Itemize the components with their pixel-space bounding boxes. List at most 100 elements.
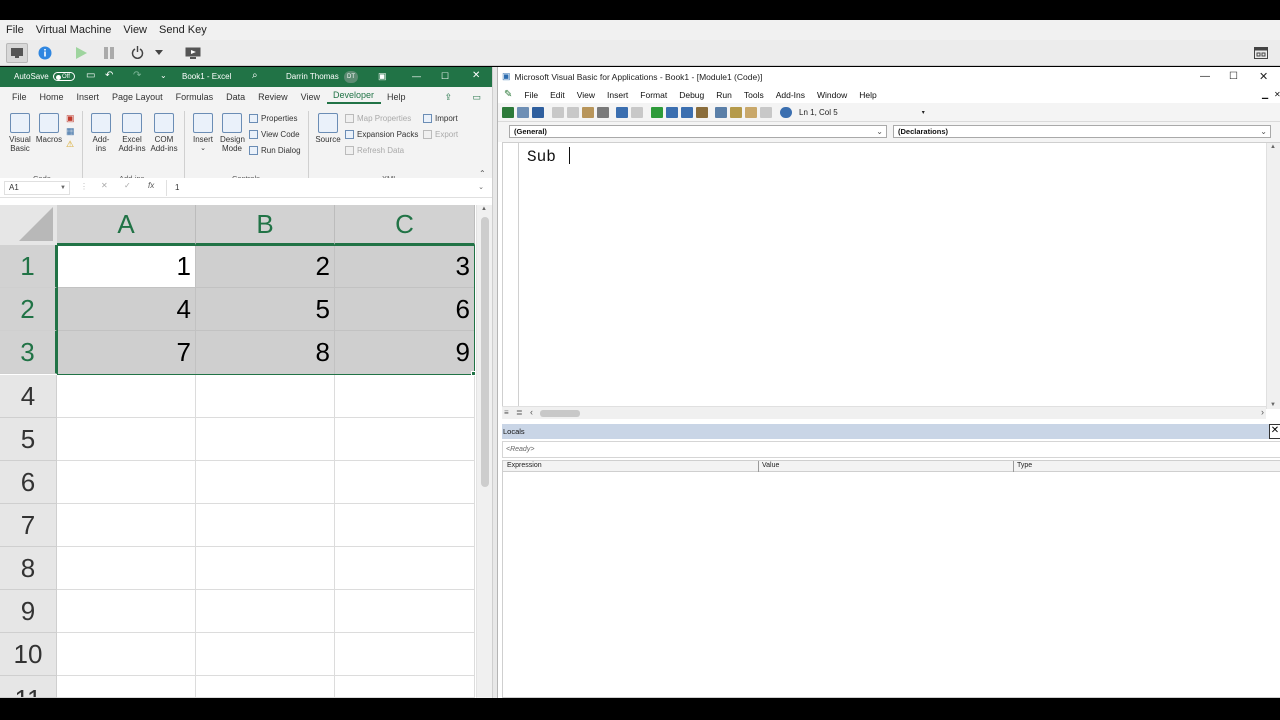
column-separator[interactable]: [758, 461, 759, 472]
properties-window-icon[interactable]: [730, 106, 742, 118]
cell-a8[interactable]: [57, 547, 196, 590]
close-icon[interactable]: ✕: [472, 70, 480, 81]
monitor-icon[interactable]: [6, 42, 28, 63]
maximize-icon[interactable]: ☐: [441, 71, 449, 82]
cell-c3[interactable]: 9: [335, 331, 475, 375]
cell-a1[interactable]: 1: [57, 245, 196, 288]
enter-icon[interactable]: ✓: [124, 181, 131, 190]
run-icon[interactable]: [650, 106, 663, 118]
cell-a5[interactable]: [57, 418, 196, 461]
full-module-view-icon[interactable]: ≣: [516, 408, 523, 417]
tab-home[interactable]: Home: [33, 92, 70, 102]
project-explorer-icon[interactable]: [715, 106, 727, 118]
minimize-icon[interactable]: —: [412, 71, 421, 81]
help-icon[interactable]: [779, 106, 792, 118]
row-header-2[interactable]: 2: [0, 288, 57, 331]
row-header-5[interactable]: 5: [0, 418, 57, 461]
tab-developer[interactable]: Developer: [326, 90, 381, 104]
child-close-icon[interactable]: ✕: [1268, 90, 1280, 99]
scroll-down-icon[interactable]: ▼: [1270, 402, 1276, 408]
cell-c6[interactable]: [335, 461, 475, 504]
record-macro-icon[interactable]: ▣: [66, 113, 75, 124]
code-editor[interactable]: Sub ▲ ▼: [502, 142, 1280, 409]
cell-c11[interactable]: [335, 676, 475, 698]
cell-b8[interactable]: [196, 547, 335, 590]
column-header-a[interactable]: A: [57, 205, 196, 245]
cell-c2[interactable]: 6: [335, 288, 475, 331]
view-code-button[interactable]: View Code: [249, 130, 300, 139]
cell-a3[interactable]: 7: [57, 331, 196, 375]
cell-b3[interactable]: 8: [196, 331, 335, 375]
tab-view[interactable]: View: [294, 92, 326, 102]
toolbox-icon[interactable]: [760, 106, 772, 118]
tab-data[interactable]: Data: [220, 92, 252, 102]
cell-b7[interactable]: [196, 504, 335, 547]
close-icon[interactable]: ✕: [1269, 424, 1280, 439]
object-browser-icon[interactable]: [745, 106, 757, 118]
map-properties-button[interactable]: Map Properties: [345, 114, 411, 123]
row-header-4[interactable]: 4: [0, 375, 57, 418]
column-separator[interactable]: [1013, 461, 1014, 472]
source-button[interactable]: Source: [314, 113, 342, 144]
vm-menu-virtual-machine[interactable]: Virtual Machine: [30, 24, 118, 36]
copy-icon[interactable]: [566, 106, 579, 118]
cell-a9[interactable]: [57, 590, 196, 633]
vba-menu-insert[interactable]: Insert: [601, 90, 634, 100]
vba-menu-help[interactable]: Help: [853, 90, 882, 100]
vba-menu-window[interactable]: Window: [811, 90, 853, 100]
find-icon[interactable]: [596, 106, 609, 118]
cut-icon[interactable]: [551, 106, 564, 118]
search-icon[interactable]: ⌕: [252, 70, 258, 81]
scroll-left-icon[interactable]: ‹: [530, 407, 533, 417]
select-all-button[interactable]: [0, 205, 57, 245]
scroll-up-icon[interactable]: ▲: [481, 206, 487, 212]
name-box[interactable]: A1 ▼: [4, 181, 70, 195]
locals-column-type[interactable]: Type: [1017, 462, 1032, 469]
pause-icon[interactable]: [98, 43, 120, 63]
save-icon[interactable]: ▭: [86, 70, 95, 81]
vertical-scrollbar[interactable]: ▲: [476, 205, 492, 698]
row-header-9[interactable]: 9: [0, 590, 57, 633]
redo-icon[interactable]: ↷: [133, 70, 141, 81]
tab-formulas[interactable]: Formulas: [169, 92, 220, 102]
cell-c7[interactable]: [335, 504, 475, 547]
row-header-11[interactable]: 11: [0, 676, 57, 698]
cell-b2[interactable]: 5: [196, 288, 335, 331]
code-horizontal-scrollbar[interactable]: ≡ ≣ ‹ ›: [502, 406, 1266, 419]
cell-a10[interactable]: [57, 633, 196, 676]
play-icon[interactable]: [70, 43, 92, 63]
fullscreen-icon[interactable]: [1250, 43, 1272, 63]
close-icon[interactable]: ✕: [1259, 70, 1268, 83]
vba-menu-tools[interactable]: Tools: [738, 90, 770, 100]
info-icon[interactable]: [34, 43, 56, 63]
locals-column-expression[interactable]: Expression: [507, 462, 542, 469]
cell-b5[interactable]: [196, 418, 335, 461]
tab-file[interactable]: File: [0, 92, 33, 102]
tab-page-layout[interactable]: Page Layout: [106, 92, 170, 102]
cell-b1[interactable]: 2: [196, 245, 335, 288]
row-header-7[interactable]: 7: [0, 504, 57, 547]
power-icon[interactable]: [126, 43, 148, 63]
share-icon[interactable]: ⇪: [438, 92, 459, 103]
vba-menu-run[interactable]: Run: [710, 90, 738, 100]
relative-references-icon[interactable]: ▦: [66, 126, 75, 137]
cell-c5[interactable]: [335, 418, 475, 461]
scroll-right-icon[interactable]: ›: [1261, 407, 1264, 417]
com-add-ins-button[interactable]: COM Add-ins: [148, 113, 180, 153]
procedure-combo[interactable]: (Declarations) ⌄: [893, 125, 1271, 138]
cell-c8[interactable]: [335, 547, 475, 590]
vm-menu-file[interactable]: File: [0, 24, 30, 36]
code-vertical-scrollbar[interactable]: ▲ ▼: [1266, 143, 1280, 409]
excel-view-icon[interactable]: ✎: [498, 89, 518, 100]
import-button[interactable]: Import: [423, 114, 458, 123]
maximize-icon[interactable]: ☐: [1229, 71, 1238, 82]
collapse-ribbon-icon[interactable]: ⌃: [479, 169, 486, 178]
comments-icon[interactable]: ▭: [466, 92, 488, 103]
cell-c9[interactable]: [335, 590, 475, 633]
scrollbar-thumb[interactable]: [481, 217, 489, 487]
row-header-3[interactable]: 3: [0, 331, 57, 374]
vba-menu-file[interactable]: File: [518, 90, 544, 100]
expansion-packs-button[interactable]: Expansion Packs: [345, 130, 418, 139]
locals-column-value[interactable]: Value: [762, 462, 779, 469]
column-header-c[interactable]: C: [335, 205, 475, 245]
